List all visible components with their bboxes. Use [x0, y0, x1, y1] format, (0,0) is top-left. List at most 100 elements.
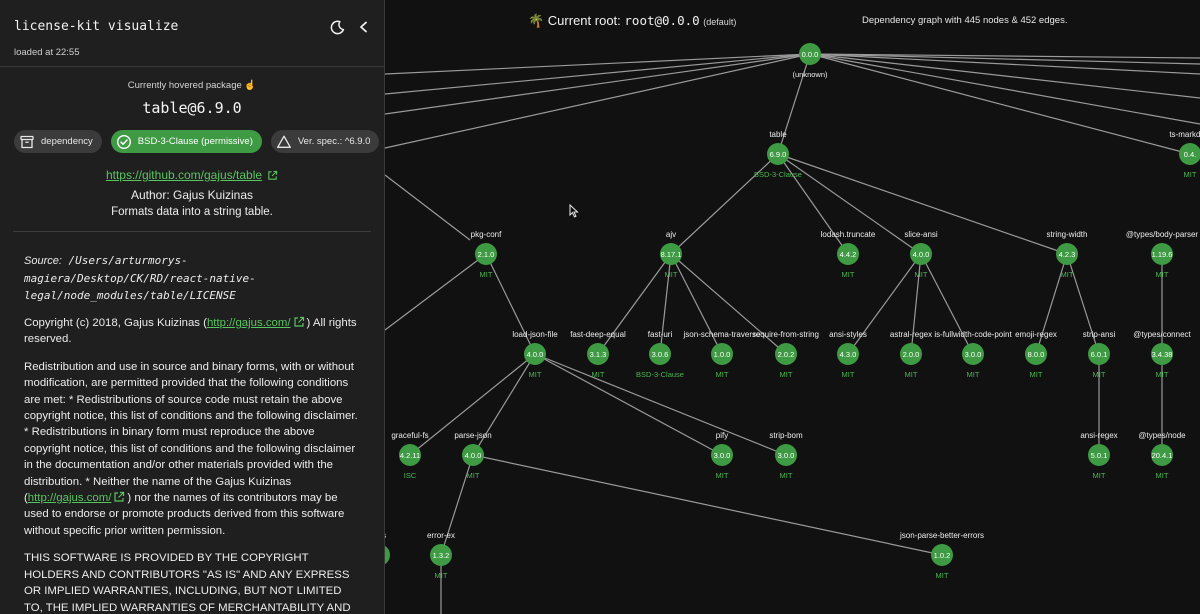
node-version: 3.0.0 [714, 451, 731, 460]
graph-edge [384, 53, 811, 75]
graph-node-lodash.truncate[interactable]: lodash.truncate 4.4.2 MIT [821, 230, 876, 279]
graph-node-json-parse-better-errors[interactable]: json-parse-better-errors 1.0.2 MIT [899, 531, 984, 580]
graph-node-ansi-styles[interactable]: ansi-styles 4.3.0 MIT [829, 330, 867, 379]
node-version: 4.3.0 [840, 350, 857, 359]
node-version: 2.0.2 [778, 350, 795, 359]
node-name: emoji-regex [1015, 330, 1057, 339]
repository-link-text[interactable]: https://github.com/gajus/table [106, 168, 262, 182]
node-license: MIT [480, 270, 493, 279]
node-license: MIT [1156, 370, 1169, 379]
graph-node-json-schema-traverse[interactable]: json-schema-traverse 1.0.0 MIT [683, 330, 761, 379]
node-license: MIT [780, 471, 793, 480]
node-name: pify [716, 431, 728, 440]
node-license: MIT [435, 571, 448, 580]
graph-node-require-from-string[interactable]: require-from-string 2.0.2 MIT [753, 330, 819, 379]
graph-node-pkg-conf[interactable]: pkg-conf 2.1.0 MIT [471, 230, 502, 279]
graph-edge [1035, 253, 1068, 355]
node-version: 4.2.11 [400, 451, 420, 460]
graph-edge [670, 153, 779, 255]
node-version: 6.0.1 [1091, 350, 1108, 359]
graph-node-table[interactable]: table 6.9.0 BSD-3-Clause [754, 130, 802, 179]
version-spec-chip: Ver. spec.: ^6.9.0 [270, 130, 380, 153]
theme-toggle-button[interactable] [327, 17, 347, 37]
node-license: MIT [905, 370, 918, 379]
collapse-panel-button[interactable] [354, 17, 374, 37]
node-name: load-json-file [512, 330, 558, 339]
license-disclaimer: THIS SOFTWARE IS PROVIDED BY THE COPYRIG… [24, 552, 351, 614]
package-meta: https://github.com/gajus/table Author: G… [0, 153, 384, 218]
graph-node-ajv[interactable]: ajv 8.17.1 MIT [660, 230, 682, 279]
external-link-icon [114, 491, 125, 502]
graph-node-slice-ansi[interactable]: slice-ansi 4.0.0 MIT [904, 230, 938, 279]
graph-edge [670, 253, 723, 355]
license-text: Source: /Users/arturmorys-magiera/Deskto… [0, 232, 384, 614]
graph-node-is-fullwidth-code-point[interactable]: is-fullwidth-code-point 3.0.0 MIT [934, 330, 1012, 379]
node-name: ajv [666, 230, 676, 239]
node-name: @types/connect [1133, 330, 1191, 339]
node-license: MIT [967, 370, 980, 379]
node-version: 3.1.3 [590, 350, 607, 359]
check-circle-icon [116, 134, 131, 149]
graph-node-strip-ansi[interactable]: strip-ansi 6.0.1 MIT [1083, 330, 1116, 379]
node-version: 4.2.3 [1059, 250, 1076, 259]
node-license: MIT [467, 471, 480, 480]
graph-node-load-json-file[interactable]: load-json-file 4.0.0 MIT [512, 330, 558, 379]
graph-edge [440, 454, 474, 556]
node-license: MIT [1156, 471, 1169, 480]
graph-node-pify[interactable]: pify 3.0.0 MIT [711, 431, 733, 480]
copyright-text-start: Copyright (c) 2018, Gajus Kuizinas ( [24, 317, 207, 329]
node-license: MIT [1184, 170, 1197, 179]
node-license: MIT [842, 270, 855, 279]
node-name: pkg-conf [471, 230, 502, 239]
node-version: 8.0.0 [1028, 350, 1045, 359]
node-name: table [769, 130, 787, 139]
graph-node-fast-uri[interactable]: fast-uri 3.0.6 BSD-3-Clause [636, 330, 684, 379]
graph-node-emoji-regex[interactable]: emoji-regex 8.0.0 MIT [1015, 330, 1057, 379]
current-root-suffix: (default) [703, 17, 737, 27]
node-license: MIT [1061, 270, 1074, 279]
node-license: MIT [529, 370, 542, 379]
node-name: is-fullwidth-code-point [934, 330, 1012, 339]
graph-node-ansi-regex[interactable]: ansi-regex 5.0.1 MIT [1080, 431, 1117, 480]
redistribution-link[interactable]: http://gajus.com/ [28, 492, 112, 504]
license-chip-text: BSD-3-Clause (permissive) [137, 136, 253, 147]
graph-edge [777, 53, 811, 155]
graph-node-error-ex[interactable]: error-ex 1.3.2 MIT [427, 531, 455, 580]
graph-node-strip-bom[interactable]: strip-bom 3.0.0 MIT [769, 431, 803, 480]
graph-node-ts-markdown[interactable]: ts-markdow 0.4. MIT [1169, 130, 1200, 179]
graph-node-parse-json[interactable]: parse-json 4.0.0 MIT [454, 431, 491, 480]
node-name: error-ex [427, 531, 455, 540]
graph-node-types-node[interactable]: @types/node 20.4.1 MIT [1138, 431, 1186, 480]
graph-edge [384, 174, 471, 241]
graph-node-astral-regex[interactable]: astral-regex 2.0.0 MIT [890, 330, 932, 379]
node-version: 2.1.0 [478, 250, 495, 259]
license-source: Source: /Users/arturmorys-magiera/Deskto… [24, 252, 362, 304]
node-license: MIT [842, 370, 855, 379]
node-version: 0.4. [1184, 150, 1197, 159]
node-name: parse-json [454, 431, 491, 440]
dependency-type-chip: dependency [14, 130, 102, 153]
graph-node-types-connect[interactable]: @types/connect 3.4.38 MIT [1133, 330, 1191, 379]
dependency-type-text: dependency [41, 136, 93, 147]
node-license: MIT [1093, 471, 1106, 480]
copyright-link[interactable]: http://gajus.com/ [207, 317, 291, 329]
node-license: BSD-3-Clause [636, 370, 684, 379]
repository-link[interactable]: https://github.com/gajus/table [106, 168, 278, 182]
node-version: 0.0.0 [802, 50, 819, 59]
graph-edge [384, 53, 811, 149]
graph-node-root[interactable]: 0.0.0 (unknown) [792, 43, 828, 79]
node-version: 6.9.0 [770, 150, 787, 159]
current-root-name: root@0.0.0 [624, 13, 700, 28]
graph-edge [1066, 253, 1100, 355]
archive-icon [20, 135, 34, 148]
package-details-panel: license-kit visualize loaded at 22:55 Cu… [0, 0, 385, 614]
graph-node-string-width[interactable]: string-width 4.2.3 MIT [1047, 230, 1088, 279]
graph-stats: Dependency graph with 445 nodes & 452 ed… [862, 15, 1068, 26]
app-title: license-kit visualize [14, 19, 179, 34]
chevron-left-icon [360, 21, 367, 33]
current-root-label: 🌴 Current root: [528, 13, 621, 28]
graph-node-types-body-parser[interactable]: @types/body-parser 1.19.6 MIT [1126, 230, 1198, 279]
graph-edge [659, 253, 672, 355]
graph-node-graceful-fs[interactable]: graceful-fs 4.2.11 ISC [391, 431, 428, 480]
graph-edge [920, 253, 974, 355]
